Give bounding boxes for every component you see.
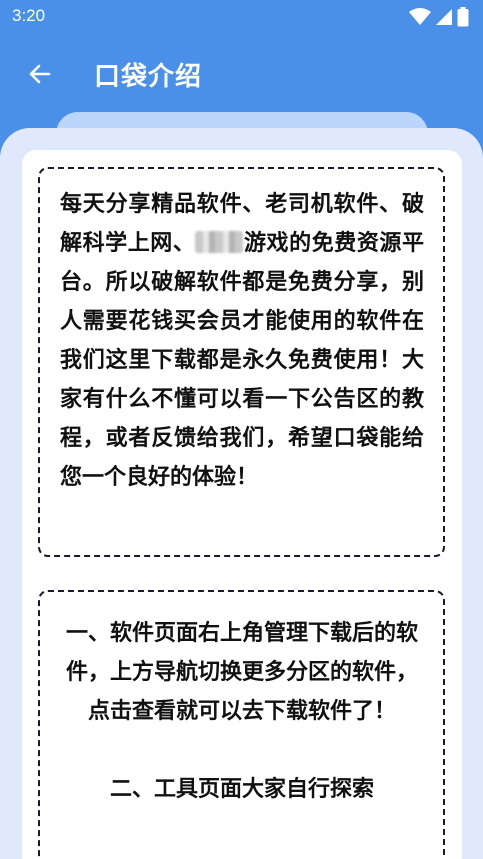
guide-text: 一、软件页面右上角管理下载后的软件，上方导航切换更多分区的软件，点击查看就可以去… bbox=[60, 614, 424, 809]
battery-icon bbox=[457, 7, 469, 27]
blurred-text bbox=[195, 231, 244, 253]
status-bar: 3:20 bbox=[0, 0, 483, 34]
intro-box: 每天分享精品软件、老司机软件、破解科学上网、 游戏的免费资源平台。所以破解软件都是… bbox=[38, 167, 445, 557]
app-bar: 口袋介绍 bbox=[0, 34, 483, 114]
back-button[interactable] bbox=[20, 54, 60, 94]
arrow-left-icon bbox=[29, 64, 51, 84]
intro-text-part2: 游戏的免费资源平台。所以破解软件都是免费分享，别人需要花钱买会员才能使用的软件在… bbox=[60, 231, 424, 490]
guide-item-1: 一、软件页面右上角管理下载后的软件，上方导航切换更多分区的软件，点击查看就可以去… bbox=[65, 621, 418, 724]
intro-text: 每天分享精品软件、老司机软件、破解科学上网、 游戏的免费资源平台。所以破解软件都是… bbox=[60, 185, 424, 497]
status-icons bbox=[409, 7, 469, 27]
status-time: 3:20 bbox=[12, 6, 46, 25]
guide-item-2: 二、工具页面大家自行探索 bbox=[109, 777, 374, 802]
guide-box: 一、软件页面右上角管理下载后的软件，上方导航切换更多分区的软件，点击查看就可以去… bbox=[38, 590, 445, 859]
cell-signal-icon bbox=[436, 9, 452, 25]
guide-spacer bbox=[60, 731, 424, 770]
page-title: 口袋介绍 bbox=[94, 62, 203, 92]
wifi-icon bbox=[409, 8, 431, 25]
